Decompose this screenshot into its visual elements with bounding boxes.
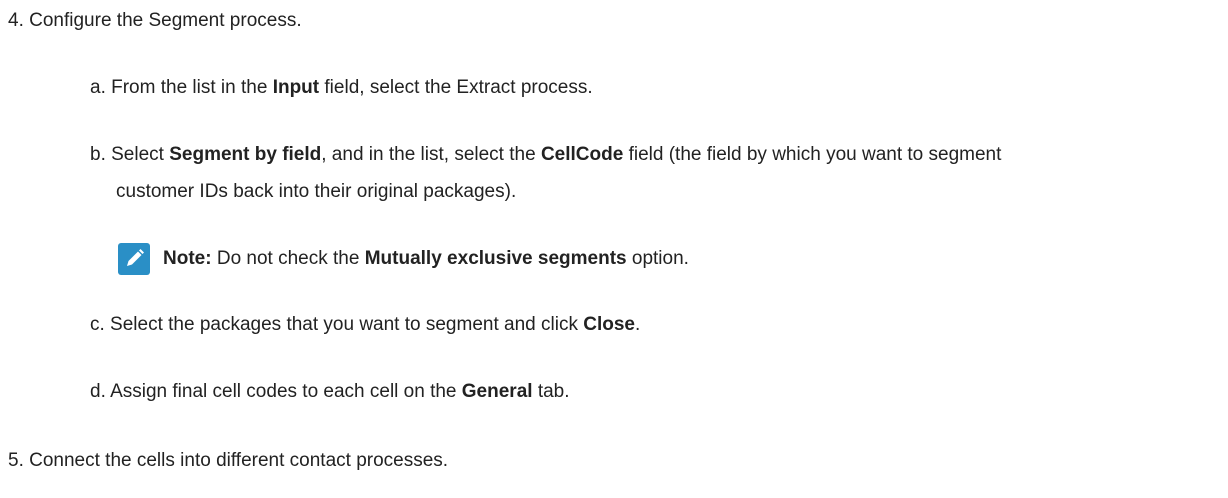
step-4-heading: 4. Configure the Segment process. <box>8 10 302 31</box>
step-4b-bold-segment-by-field: Segment by field <box>169 144 322 165</box>
step-4d: d. Assign final cell codes to each cell … <box>90 379 570 405</box>
step-4a-bold: Input <box>272 77 320 98</box>
step-4c-bold-close: Close <box>583 314 635 335</box>
step-4b-bold-cellcode: CellCode <box>540 144 624 165</box>
step-4b-continuation: customer IDs back into their original pa… <box>116 181 517 202</box>
step-4d-suffix: tab. <box>532 381 570 402</box>
step-4c-text: c. Select the packages that you want to … <box>90 314 584 335</box>
step-4d-bold-general: General <box>461 381 533 402</box>
pencil-note-icon <box>118 243 150 281</box>
step-4d-text: d. Assign final cell codes to each cell … <box>90 381 462 402</box>
step-4a-suffix: field, select the Extract process. <box>319 77 593 98</box>
note-mid: Do not check the <box>211 248 365 269</box>
step-4b-text: b. Select <box>90 144 170 165</box>
step-4a: a. From the list in the Input field, sel… <box>90 75 593 101</box>
step-5-heading: 5. Connect the cells into different cont… <box>8 450 449 471</box>
step-4b: b. Select Segment by field, and in the l… <box>90 142 1001 168</box>
note-label: Note: <box>163 248 212 269</box>
note-suffix: option. <box>626 248 689 269</box>
step-4a-text: a. From the list in the <box>90 77 273 98</box>
step-4b-mid: , and in the list, select the <box>321 144 541 165</box>
step-4c-suffix: . <box>634 314 641 335</box>
step-4c: c. Select the packages that you want to … <box>90 312 640 338</box>
step-4b-suffix: field (the field by which you want to se… <box>623 144 1002 165</box>
note-text: Note: Do not check the Mutually exclusiv… <box>163 246 689 272</box>
note-bold: Mutually exclusive segments <box>364 248 627 269</box>
